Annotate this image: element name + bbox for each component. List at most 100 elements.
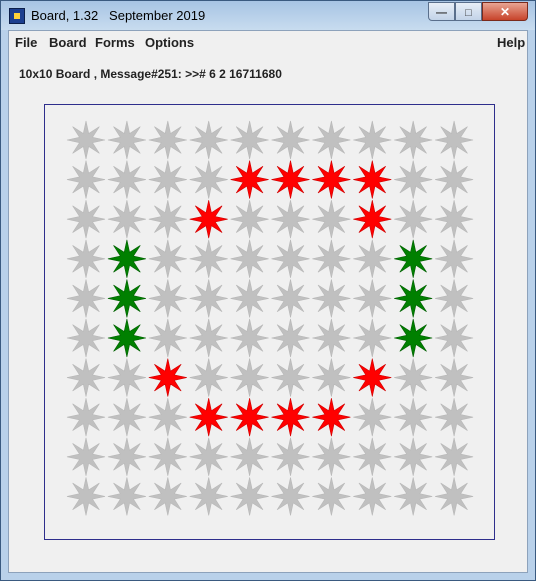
cell-star-gray[interactable] — [66, 437, 106, 476]
cell-star-gray[interactable] — [107, 160, 146, 199]
cell-star-gray[interactable] — [189, 120, 228, 160]
cell-star-gray[interactable] — [66, 358, 106, 397]
cell-star-gray[interactable] — [312, 318, 351, 358]
cell-star-gray[interactable] — [107, 120, 146, 160]
cell-star-gray[interactable] — [148, 239, 187, 278]
cell-star-green[interactable] — [394, 318, 433, 358]
menu-help[interactable]: Help — [497, 35, 525, 50]
cell-star-gray[interactable] — [353, 318, 392, 358]
cell-star-red[interactable] — [271, 398, 310, 437]
cell-star-gray[interactable] — [435, 120, 474, 160]
menu-file[interactable]: File — [15, 35, 37, 50]
cell-star-gray[interactable] — [230, 120, 269, 160]
cell-star-green[interactable] — [107, 318, 146, 358]
cell-star-gray[interactable] — [66, 477, 106, 516]
cell-star-gray[interactable] — [66, 120, 106, 160]
cell-star-gray[interactable] — [435, 160, 474, 199]
cell-star-gray[interactable] — [230, 477, 269, 516]
cell-star-gray[interactable] — [230, 358, 269, 397]
cell-star-gray[interactable] — [107, 477, 146, 516]
cell-star-gray[interactable] — [230, 318, 269, 358]
cell-star-gray[interactable] — [66, 160, 106, 199]
cell-star-gray[interactable] — [312, 279, 351, 318]
title-bar[interactable]: Board, 1.32 September 2019 — □ ✕ — [1, 1, 535, 30]
cell-star-gray[interactable] — [66, 200, 106, 239]
cell-star-gray[interactable] — [148, 279, 187, 318]
cell-star-gray[interactable] — [353, 120, 392, 160]
cell-star-gray[interactable] — [271, 200, 310, 239]
cell-star-gray[interactable] — [271, 437, 310, 476]
cell-star-gray[interactable] — [435, 279, 474, 318]
cell-star-red[interactable] — [148, 358, 187, 397]
cell-star-gray[interactable] — [435, 239, 474, 278]
cell-star-gray[interactable] — [394, 398, 433, 437]
cell-star-gray[interactable] — [271, 279, 310, 318]
cell-star-gray[interactable] — [148, 437, 187, 476]
cell-star-red[interactable] — [189, 200, 228, 239]
cell-star-gray[interactable] — [353, 398, 392, 437]
cell-star-gray[interactable] — [189, 239, 228, 278]
cell-star-gray[interactable] — [435, 477, 474, 516]
cell-star-gray[interactable] — [353, 477, 392, 516]
cell-star-gray[interactable] — [189, 160, 228, 199]
cell-star-red[interactable] — [189, 398, 228, 437]
cell-star-gray[interactable] — [271, 239, 310, 278]
cell-star-gray[interactable] — [394, 200, 433, 239]
cell-star-gray[interactable] — [312, 477, 351, 516]
cell-star-gray[interactable] — [394, 358, 433, 397]
cell-star-green[interactable] — [107, 279, 146, 318]
cell-star-gray[interactable] — [312, 358, 351, 397]
cell-star-gray[interactable] — [271, 477, 310, 516]
cell-star-red[interactable] — [312, 398, 351, 437]
cell-star-gray[interactable] — [435, 358, 474, 397]
cell-star-gray[interactable] — [312, 120, 351, 160]
cell-star-gray[interactable] — [271, 318, 310, 358]
cell-star-gray[interactable] — [148, 120, 187, 160]
cell-star-red[interactable] — [230, 160, 269, 199]
cell-star-gray[interactable] — [435, 200, 474, 239]
cell-star-green[interactable] — [107, 239, 146, 278]
cell-star-gray[interactable] — [230, 279, 269, 318]
cell-star-gray[interactable] — [189, 279, 228, 318]
cell-star-gray[interactable] — [394, 477, 433, 516]
game-board[interactable] — [44, 104, 495, 540]
cell-star-gray[interactable] — [189, 318, 228, 358]
cell-star-gray[interactable] — [435, 398, 474, 437]
cell-star-gray[interactable] — [148, 318, 187, 358]
cell-star-gray[interactable] — [312, 239, 351, 278]
cell-star-gray[interactable] — [189, 477, 228, 516]
cell-star-green[interactable] — [394, 239, 433, 278]
cell-star-red[interactable] — [271, 160, 310, 199]
cell-star-gray[interactable] — [107, 200, 146, 239]
cell-star-gray[interactable] — [148, 200, 187, 239]
cell-star-gray[interactable] — [353, 279, 392, 318]
cell-star-gray[interactable] — [107, 358, 146, 397]
cell-star-gray[interactable] — [435, 437, 474, 476]
cell-star-gray[interactable] — [312, 437, 351, 476]
cell-star-gray[interactable] — [353, 437, 392, 476]
maximize-button[interactable]: □ — [455, 2, 482, 21]
cell-star-gray[interactable] — [394, 437, 433, 476]
cell-star-gray[interactable] — [66, 398, 106, 437]
cell-star-gray[interactable] — [66, 239, 106, 278]
cell-star-green[interactable] — [394, 279, 433, 318]
cell-star-gray[interactable] — [148, 477, 187, 516]
cell-star-gray[interactable] — [394, 160, 433, 199]
cell-star-gray[interactable] — [66, 318, 106, 358]
menu-forms[interactable]: Forms — [95, 35, 135, 50]
menu-board[interactable]: Board — [49, 35, 87, 50]
cell-star-gray[interactable] — [435, 318, 474, 358]
cell-star-gray[interactable] — [312, 200, 351, 239]
menu-options[interactable]: Options — [145, 35, 194, 50]
cell-star-gray[interactable] — [66, 279, 106, 318]
cell-star-gray[interactable] — [189, 437, 228, 476]
close-button[interactable]: ✕ — [482, 2, 528, 21]
cell-star-gray[interactable] — [394, 120, 433, 160]
cell-star-gray[interactable] — [148, 160, 187, 199]
cell-star-red[interactable] — [353, 160, 392, 199]
cell-star-red[interactable] — [230, 398, 269, 437]
cell-star-red[interactable] — [353, 358, 392, 397]
minimize-button[interactable]: — — [428, 2, 455, 21]
cell-star-gray[interactable] — [107, 398, 146, 437]
cell-star-gray[interactable] — [107, 437, 146, 476]
